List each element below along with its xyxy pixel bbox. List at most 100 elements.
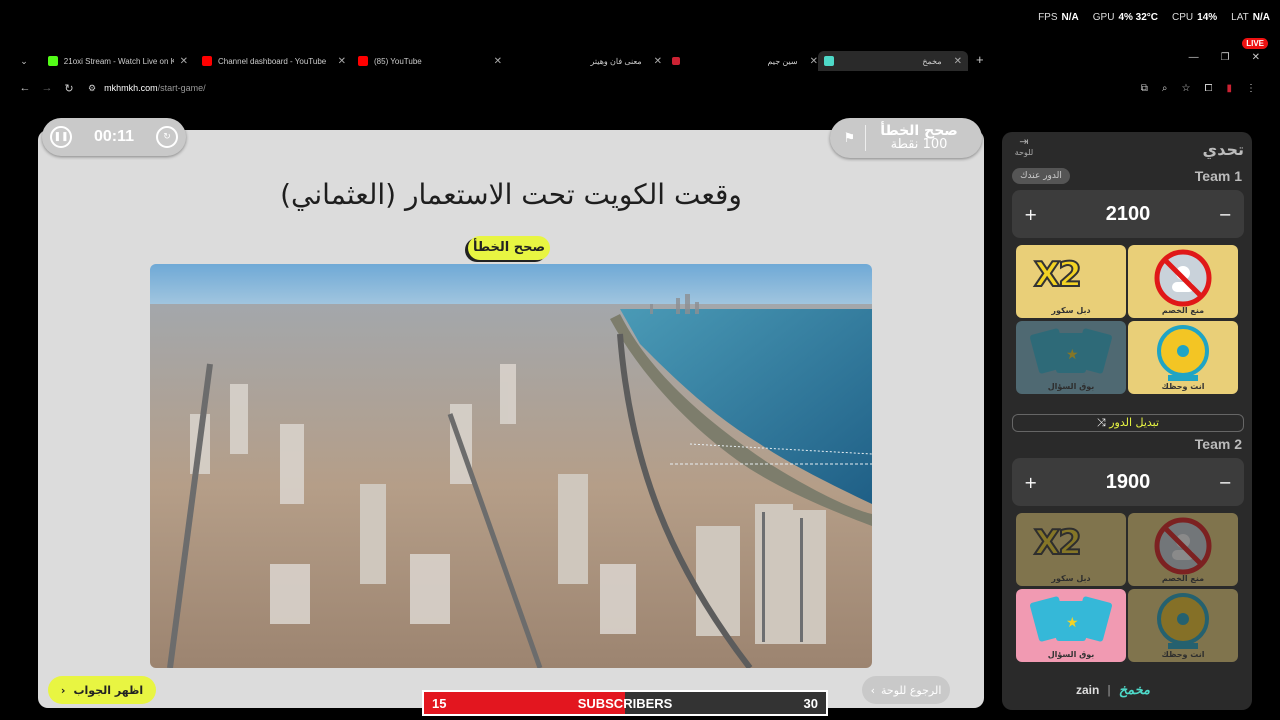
window-controls: — ❐ ✕	[1189, 52, 1260, 63]
restore-icon[interactable]: ❐	[1221, 52, 1230, 63]
question-cards-card[interactable]: ★ بوق السؤال	[1016, 589, 1126, 662]
show-answer-button[interactable]: اظهر الجواب ‹	[48, 676, 156, 704]
live-badge: LIVE	[1242, 38, 1268, 49]
reset-icon: ↻	[163, 132, 171, 142]
close-tab-icon[interactable]: ✕	[338, 56, 346, 67]
double-score-card[interactable]: X2 دبل سكور	[1016, 245, 1126, 318]
url-field[interactable]: ⚙ mkhmkh.com/start-game/	[88, 83, 206, 94]
performance-overlay: FPS N/A GPU 4% 32°C CPU 14% LAT N/A	[1038, 12, 1270, 23]
reset-timer-button[interactable]: ↻	[155, 126, 178, 148]
back-to-board-button[interactable]: الرجوع للوحة ›	[862, 676, 950, 704]
close-tab-icon[interactable]: ✕	[494, 56, 502, 67]
close-tab-icon[interactable]: ✕	[654, 56, 662, 67]
zain-logo: zain	[1076, 683, 1100, 697]
tab-search-dropdown[interactable]: ⌄	[14, 51, 34, 71]
svg-text:★: ★	[1066, 347, 1079, 363]
tab-label: (85) YouTube	[374, 56, 422, 66]
luck-wheel-card[interactable]: انت وحظك	[1128, 321, 1238, 394]
site-info-icon[interactable]: ⚙	[88, 83, 96, 94]
back-to-board-label: الرجوع للوحة	[881, 683, 942, 697]
screen: FPS N/A GPU 4% 32°C CPU 14% LAT N/A LIVE ⌄ 2…	[0, 0, 1280, 720]
sponsor-logos: zain | مخمخ	[1076, 682, 1150, 697]
luck-wheel-card[interactable]: انت وحظك	[1128, 589, 1238, 662]
tab-label: مخمخ	[922, 56, 942, 66]
minimize-icon[interactable]: —	[1189, 52, 1199, 63]
card-label: انت وحظك	[1161, 650, 1205, 659]
decrease-score-button[interactable]: −	[1219, 473, 1232, 492]
extensions-icon[interactable]: ⧠	[1204, 83, 1212, 94]
question-text: وقعت الكويت تحت الاستعمار (العثماني)	[280, 178, 742, 211]
report-flag-icon[interactable]: ⚑	[840, 125, 866, 151]
cpu-value: 14%	[1197, 12, 1218, 23]
back-icon[interactable]: ←	[14, 82, 36, 94]
new-tab-button[interactable]: +	[976, 52, 984, 67]
mkhmkh-logo: مخمخ	[1118, 682, 1150, 697]
forward-icon[interactable]: →	[36, 82, 58, 94]
address-bar: ← → ↻ ⚙ mkhmkh.com/start-game/ ⧉ ⌕ ☆ ⧠ ▮…	[14, 76, 1266, 100]
zoom-icon[interactable]: ⌕	[1162, 83, 1168, 94]
subscriber-goal-bar: 15 SUBSCRIBERS 30	[422, 690, 828, 716]
browser-tab[interactable]: 21oxi Stream - Watch Live on K ✕	[42, 51, 194, 71]
timer-control: ❚❚ 00:11 ↻	[42, 118, 186, 156]
switch-turn-button[interactable]: تبديل الدور ⤨	[1012, 414, 1244, 432]
lat-label: LAT	[1231, 12, 1249, 23]
browser-tab[interactable]: Channel dashboard - YouTube ✕	[196, 51, 352, 71]
card-label: انت وحظك	[1161, 382, 1205, 391]
browser-tab-bar: ⌄ 21oxi Stream - Watch Live on K ✕ Chann…	[14, 50, 1266, 72]
menu-icon[interactable]: ⋮	[1246, 83, 1256, 94]
team-1-score-box: + 2100 −	[1012, 190, 1244, 238]
gpu-label: GPU	[1092, 12, 1115, 23]
install-app-icon[interactable]: ⧉	[1141, 83, 1148, 94]
team-2-score: 1900	[1105, 470, 1151, 493]
profile-icon[interactable]: ▮	[1226, 83, 1232, 94]
shuffle-icon: ⤨	[1096, 416, 1106, 429]
browser-tab-active[interactable]: مخمخ ✕	[818, 51, 968, 71]
gpu-value: 4% 32°C	[1118, 12, 1159, 23]
kick-icon	[48, 56, 58, 66]
url-path: /start-game/	[157, 83, 206, 93]
browser-tab[interactable]: (85) YouTube ✕	[352, 51, 508, 71]
team-1-name: Team 1	[1194, 168, 1242, 184]
chevron-left-icon: ‹	[60, 683, 66, 697]
increase-score-button[interactable]: +	[1024, 473, 1037, 492]
browser-tab[interactable]: معنى فان وهيتر ✕	[508, 51, 668, 71]
block-opponent-card[interactable]: منع الخصم	[1128, 513, 1238, 586]
category-name: صحح الخطأ	[880, 123, 958, 139]
subscriber-label: SUBSCRIBERS	[577, 695, 673, 711]
increase-score-button[interactable]: +	[1024, 205, 1037, 224]
timer-display: 00:11	[93, 128, 135, 145]
lat-value: N/A	[1252, 12, 1270, 23]
reload-icon[interactable]: ↻	[58, 82, 80, 95]
exit-to-board-button[interactable]: ⇥ للوحة	[1010, 136, 1038, 158]
question-cards-card[interactable]: ★ بوق السؤال	[1016, 321, 1126, 394]
tab-label: معنى فان وهيتر	[590, 56, 642, 66]
browser-tab[interactable]: سين جيم ✕	[668, 51, 824, 71]
bookmark-star-icon[interactable]: ☆	[1182, 83, 1191, 94]
toolbar-icons: ⧉ ⌕ ☆ ⧠ ▮ ⋮	[1141, 83, 1256, 94]
subscriber-count: 15	[432, 695, 447, 711]
exit-label: للوحة	[1014, 148, 1034, 157]
fps-value: N/A	[1061, 12, 1079, 23]
decrease-score-button[interactable]: −	[1219, 205, 1232, 224]
exit-icon: ⇥	[1019, 135, 1029, 148]
youtube-icon	[202, 56, 212, 66]
switch-turn-label: تبديل الدور	[1109, 416, 1160, 429]
svg-text:★: ★	[1066, 615, 1079, 631]
close-tab-icon[interactable]: ✕	[180, 56, 188, 67]
card-label: منع الخصم	[1161, 574, 1205, 583]
close-tab-icon[interactable]: ✕	[810, 56, 818, 67]
card-label: بوق السؤال	[1047, 382, 1095, 391]
chevron-down-icon: ⌄	[20, 55, 28, 66]
close-tab-icon[interactable]: ✕	[954, 56, 962, 67]
category-badge: ⚑ صحح الخطأ 100 نقطة	[830, 118, 982, 158]
double-score-card[interactable]: X2 دبل سكور	[1016, 513, 1126, 586]
block-opponent-card[interactable]: منع الخصم	[1128, 245, 1238, 318]
show-answer-label: اظهر الجواب	[73, 683, 144, 697]
tab-label: 21oxi Stream - Watch Live on K	[63, 56, 174, 66]
question-image	[150, 264, 872, 668]
pause-icon: ❚❚	[53, 132, 69, 142]
game-mode-title: تحدي	[1202, 140, 1244, 159]
pause-button[interactable]: ❚❚	[50, 126, 72, 148]
close-window-icon[interactable]: ✕	[1252, 52, 1260, 63]
url-host: mkhmkh.com	[104, 83, 158, 93]
